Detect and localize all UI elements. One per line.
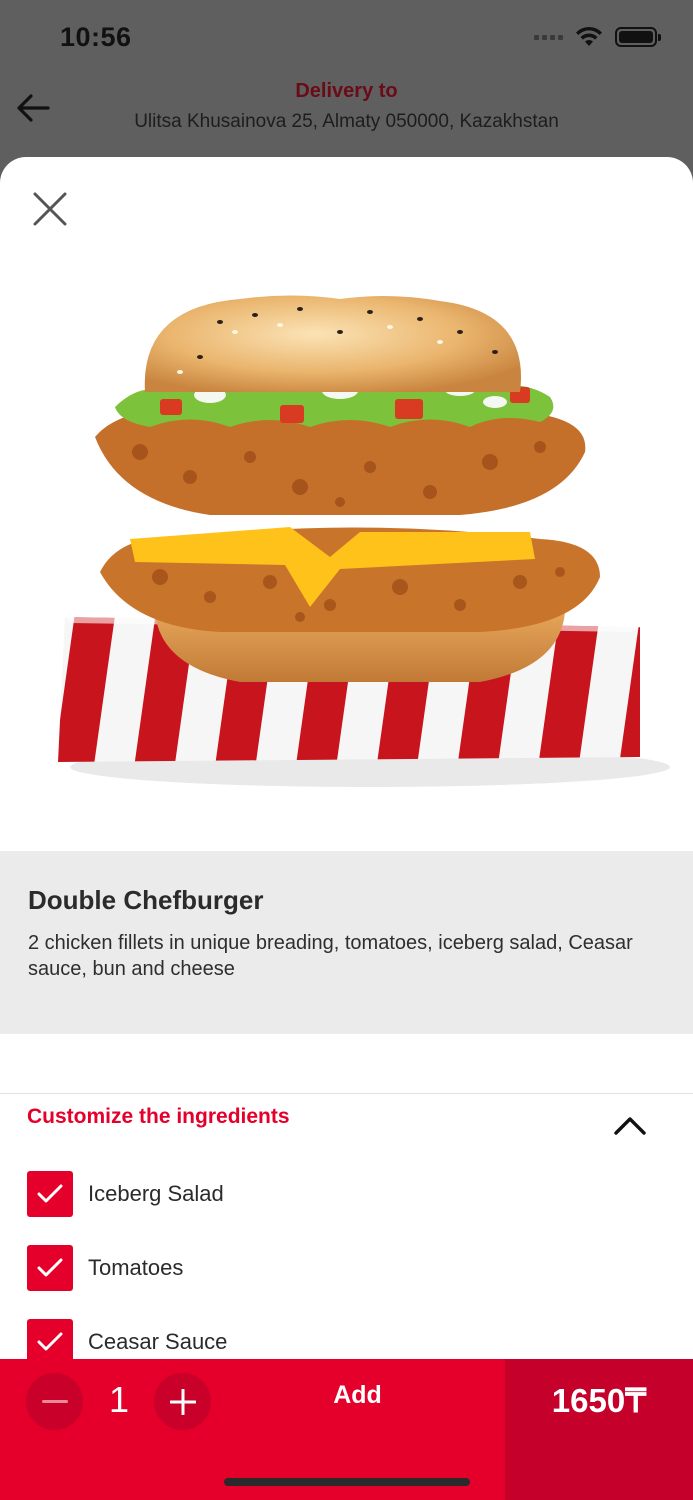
delivery-title: Delivery to [295, 80, 398, 102]
customize-title[interactable]: Customize the ingredients [27, 1105, 290, 1129]
checkmark-icon [37, 1332, 63, 1351]
status-time: 10:56 [60, 22, 132, 52]
add-to-cart-button[interactable]: Add [300, 1381, 415, 1410]
product-name: Double Chefburger [28, 885, 264, 915]
minus-icon [41, 1399, 68, 1403]
checkbox-checked[interactable] [27, 1245, 73, 1291]
wifi-icon [576, 26, 602, 46]
section-divider [0, 1093, 693, 1094]
product-image [58, 295, 670, 787]
ingredient-label: Ceasar Sauce [88, 1329, 228, 1354]
ingredient-tomatoes[interactable]: Tomatoes [27, 1245, 183, 1291]
cellular-signal-icon [534, 34, 563, 40]
plus-icon [169, 1388, 196, 1415]
checkbox-checked[interactable] [27, 1171, 73, 1217]
battery-icon [615, 27, 661, 47]
checkmark-icon [37, 1258, 63, 1277]
delivery-address: Ulitsa Khusainova 25, Almaty 050000, Kaz… [134, 111, 559, 132]
ingredient-label: Iceberg Salad [88, 1181, 224, 1206]
ingredient-iceberg-salad[interactable]: Iceberg Salad [27, 1171, 224, 1217]
product-info: Double Chefburger 2 chicken fillets in u… [0, 851, 693, 1034]
checkmark-icon [37, 1184, 63, 1203]
decrease-quantity-button[interactable] [26, 1373, 83, 1430]
delivery-header[interactable]: Delivery to Ulitsa Khusainova 25, Almaty… [0, 80, 693, 133]
ingredient-label: Tomatoes [88, 1255, 184, 1280]
chevron-up-icon[interactable] [610, 1111, 650, 1141]
product-sheet: Double Chefburger 2 chicken fillets in u… [0, 157, 693, 1500]
status-bar: 10:56 [0, 0, 693, 76]
status-icons [534, 26, 661, 48]
home-indicator[interactable] [224, 1478, 470, 1486]
order-bar: 1 Add 1650₸ [0, 1359, 693, 1500]
product-description: 2 chicken fillets in unique breading, to… [28, 932, 633, 980]
increase-quantity-button[interactable] [154, 1373, 211, 1430]
total-price: 1650₸ [551, 1382, 647, 1419]
close-icon[interactable] [30, 189, 70, 229]
quantity-value: 1 [108, 1379, 130, 1420]
price-panel[interactable]: 1650₸ [505, 1359, 693, 1500]
